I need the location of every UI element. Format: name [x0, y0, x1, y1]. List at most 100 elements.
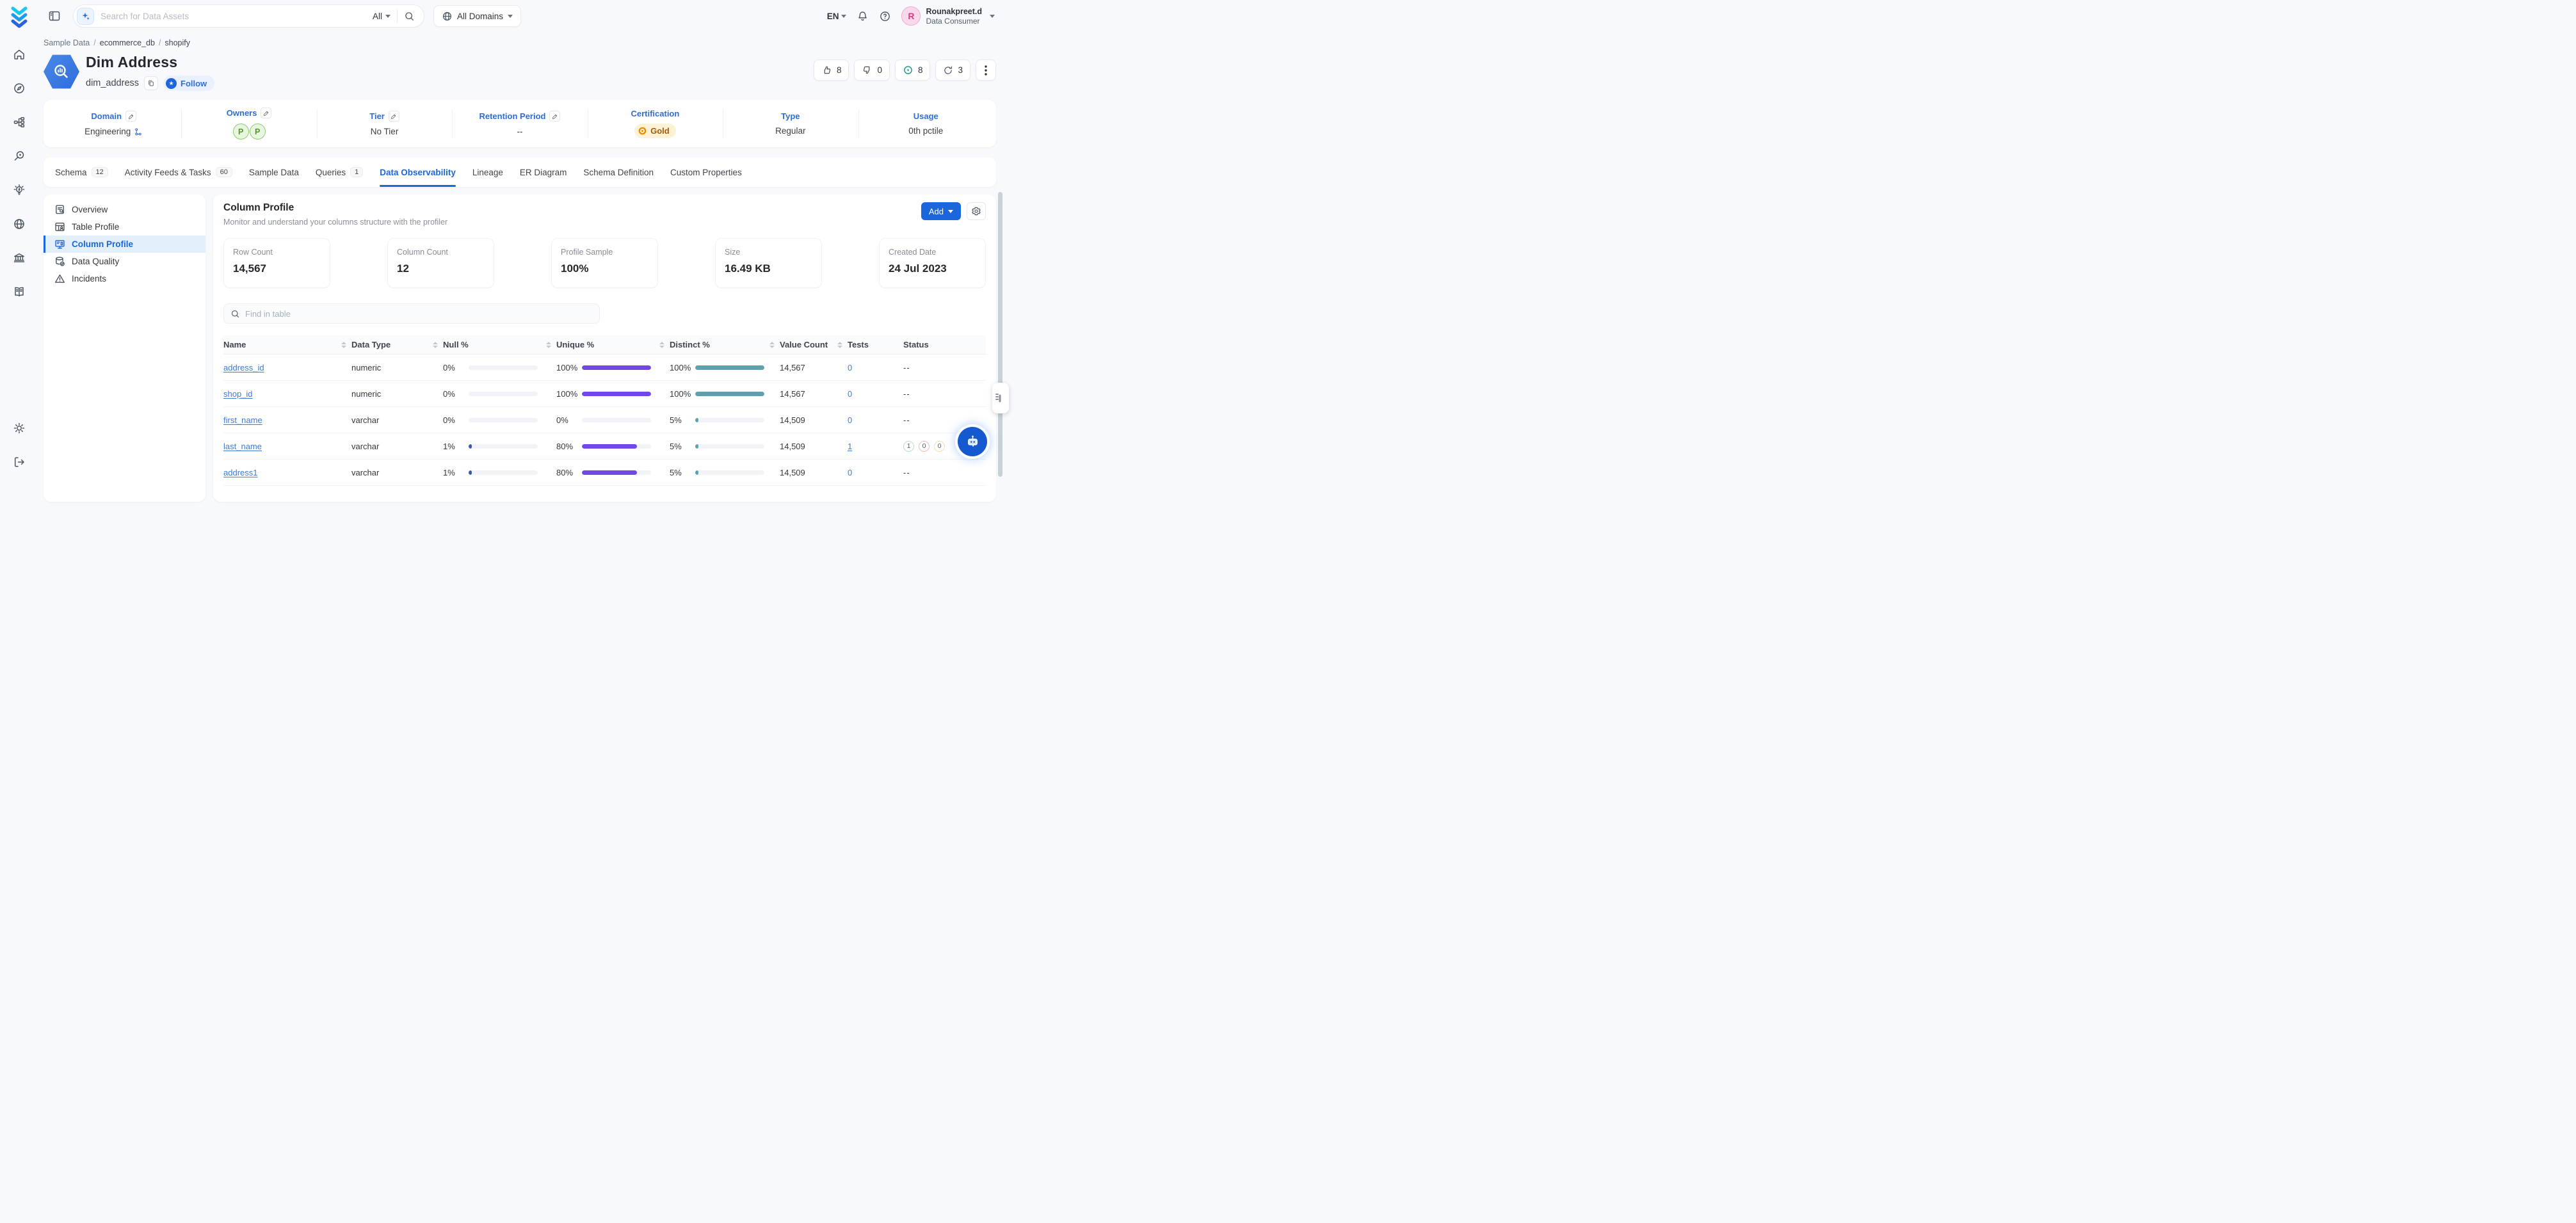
- column-name-link[interactable]: first_name: [223, 415, 262, 425]
- more-actions-button[interactable]: [976, 60, 996, 81]
- owners-field: Owners P P: [181, 100, 316, 147]
- explore-icon[interactable]: [8, 77, 30, 99]
- thumbs-down-icon: [862, 65, 873, 76]
- status-cell: --: [903, 415, 986, 425]
- search-input[interactable]: [94, 12, 366, 21]
- tab-sample-data[interactable]: Sample Data: [249, 157, 299, 187]
- stat-card-created-date: Created Date 24 Jul 2023: [879, 238, 986, 288]
- null-bar: [469, 392, 538, 396]
- all-domains-dropdown[interactable]: All Domains: [433, 5, 521, 27]
- breadcrumb-item-schema[interactable]: shopify: [165, 38, 190, 47]
- domains-icon[interactable]: [8, 213, 30, 235]
- column-name-link[interactable]: address1: [223, 468, 257, 477]
- col-header-null[interactable]: Null %: [443, 340, 556, 349]
- search-scope-select[interactable]: All: [366, 12, 397, 21]
- find-in-table: [223, 303, 600, 324]
- search-icon[interactable]: [398, 11, 417, 22]
- governance-icon[interactable]: [8, 247, 30, 269]
- column-name-link[interactable]: last_name: [223, 442, 262, 451]
- notifications-bell-icon[interactable]: [857, 10, 869, 22]
- upvote-button[interactable]: 8: [814, 60, 849, 81]
- owner-avatar[interactable]: P: [250, 124, 266, 140]
- sort-icon[interactable]: [659, 342, 664, 348]
- tests-link[interactable]: 0: [848, 363, 852, 372]
- logout-icon[interactable]: [8, 451, 30, 473]
- tab-lineage[interactable]: Lineage: [472, 157, 503, 187]
- tests-link[interactable]: 1: [848, 442, 852, 451]
- add-button[interactable]: Add: [921, 202, 961, 220]
- sort-icon[interactable]: [837, 342, 842, 348]
- submenu-item-data-quality[interactable]: Data Quality: [44, 253, 205, 270]
- user-menu[interactable]: R Rounakpreet.d Data Consumer: [901, 6, 995, 26]
- side-panel-handle[interactable]: [992, 383, 1009, 413]
- help-icon[interactable]: [879, 10, 891, 22]
- col-header-value-count[interactable]: Value Count: [780, 340, 848, 349]
- table-row: shop_id numeric 0% 100% 100% 14,567 0 --: [223, 381, 986, 407]
- edit-tier-icon[interactable]: [389, 111, 399, 122]
- sort-icon[interactable]: [546, 342, 551, 348]
- submenu-item-incidents[interactable]: Incidents: [44, 270, 205, 287]
- find-in-table-input[interactable]: [245, 309, 593, 319]
- col-header-data-type[interactable]: Data Type: [351, 340, 443, 349]
- tab-custom-properties[interactable]: Custom Properties: [670, 157, 742, 187]
- breadcrumb-item-service[interactable]: Sample Data: [44, 38, 90, 47]
- sort-icon[interactable]: [341, 342, 346, 348]
- user-avatar: R: [901, 6, 921, 26]
- observability-icon[interactable]: [8, 145, 30, 167]
- ai-sparkle-icon[interactable]: [77, 8, 94, 25]
- edit-retention-icon[interactable]: [549, 111, 560, 122]
- unique-bar: [582, 418, 651, 422]
- col-header-name[interactable]: Name: [223, 340, 351, 349]
- tab-schema-definition[interactable]: Schema Definition: [583, 157, 654, 187]
- unique-bar-fill: [582, 444, 637, 449]
- value-count-cell: 14,567: [780, 363, 848, 372]
- downvote-button[interactable]: 0: [854, 60, 890, 81]
- tab-data-observability[interactable]: Data Observability: [380, 157, 456, 187]
- null-bar: [469, 365, 538, 370]
- col-header-distinct[interactable]: Distinct %: [670, 340, 780, 349]
- submenu-item-overview[interactable]: Overview: [44, 201, 205, 218]
- tests-link[interactable]: 0: [848, 468, 852, 477]
- follow-button[interactable]: ★ Follow: [163, 76, 214, 91]
- tab-activity-feeds[interactable]: Activity Feeds & Tasks60: [125, 157, 232, 187]
- page-scrollbar[interactable]: [998, 192, 1002, 477]
- domain-value[interactable]: Engineering: [85, 127, 131, 136]
- lineage-icon[interactable]: [8, 111, 30, 133]
- stat-card-size: Size 16.49 KB: [715, 238, 822, 288]
- distinct-bar-fill: [695, 365, 764, 370]
- tab-schema[interactable]: Schema12: [55, 157, 108, 187]
- edit-domain-icon[interactable]: [125, 111, 136, 122]
- tests-link[interactable]: 0: [848, 389, 852, 399]
- profiler-settings-button[interactable]: [967, 202, 986, 220]
- copy-icon[interactable]: [144, 76, 158, 90]
- owner-avatar[interactable]: P: [233, 124, 249, 140]
- sort-icon[interactable]: [769, 342, 775, 348]
- settings-icon[interactable]: [8, 417, 30, 439]
- tests-link[interactable]: 0: [848, 415, 852, 425]
- app-logo[interactable]: [9, 6, 29, 28]
- sort-icon[interactable]: [433, 342, 438, 348]
- tests-failed-badge: 0: [919, 441, 930, 452]
- column-name-link[interactable]: shop_id: [223, 389, 253, 399]
- sidebar-toggle-icon[interactable]: [46, 8, 63, 24]
- language-select[interactable]: EN: [827, 12, 847, 21]
- globe-icon: [442, 11, 453, 22]
- breadcrumb-item-database[interactable]: ecommerce_db: [100, 38, 155, 47]
- tests-aborted-badge: 0: [934, 441, 945, 452]
- quality-score-button[interactable]: 8: [895, 60, 931, 81]
- chat-assistant-button[interactable]: [958, 427, 987, 456]
- submenu-item-column-profile[interactable]: Column Profile: [44, 236, 205, 253]
- edit-owners-icon[interactable]: [261, 108, 271, 118]
- tab-er-diagram[interactable]: ER Diagram: [520, 157, 567, 187]
- glossary-icon[interactable]: [8, 281, 30, 303]
- robot-icon: [964, 433, 981, 451]
- breadcrumb-separator: /: [159, 38, 161, 47]
- home-icon[interactable]: [8, 44, 30, 65]
- status-cell: --: [903, 363, 986, 372]
- submenu-item-table-profile[interactable]: Table Profile: [44, 218, 205, 236]
- column-name-link[interactable]: address_id: [223, 363, 264, 372]
- col-header-unique[interactable]: Unique %: [556, 340, 670, 349]
- tab-queries[interactable]: Queries1: [316, 157, 363, 187]
- versions-button[interactable]: 3: [935, 60, 970, 81]
- insights-icon[interactable]: [8, 179, 30, 201]
